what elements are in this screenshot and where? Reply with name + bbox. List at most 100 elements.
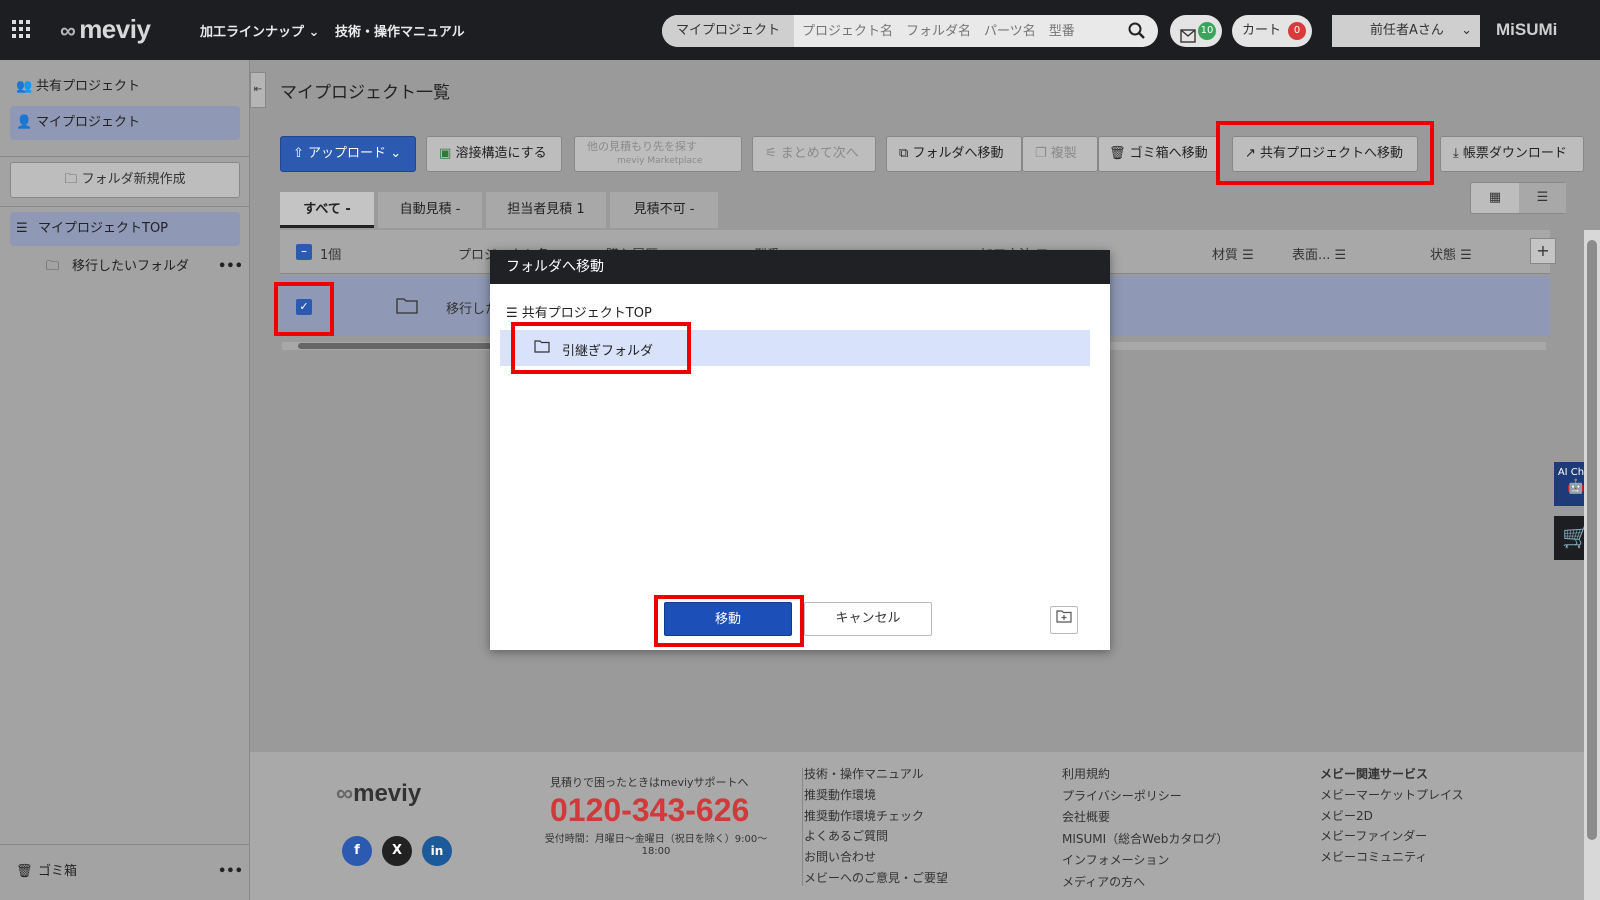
move-folder-button[interactable]: ⧉ フォルダへ移動 [886,136,1022,172]
search-input[interactable] [798,15,1118,47]
footer-link[interactable]: メビーへのご意見・ご要望 [804,868,948,889]
footer-link[interactable]: 利用規約 [1062,764,1228,786]
selected-count: 1個 [320,248,342,263]
cart-count-badge: 0 [1288,22,1306,40]
new-folder-label: フォルダ新規作成 [81,172,186,187]
linkedin-icon[interactable]: in [422,836,452,866]
tab-all[interactable]: すべて - [280,192,374,228]
nav-lineup[interactable]: 加工ラインナップ ⌄ [200,21,319,40]
footer-logo[interactable]: ∞meviy [336,780,421,808]
logo-text: meviy [79,14,151,44]
view-toggle: ▦ ☰ [1470,182,1566,214]
estimate-other-button[interactable]: 他の見積もり先を探す meviy Marketplace [574,136,742,172]
estimate-other-sublabel: meviy Marketplace [617,156,703,166]
footer-link[interactable]: MISUMI（総合Webカタログ） [1062,829,1228,851]
top-bar: ∞meviy 加工ラインナップ ⌄ 技術・操作マニュアル マイプロジェクト ⌄ … [0,0,1600,60]
column-header[interactable]: 状態 ☰ [1430,244,1472,263]
list-icon: ☰ [506,306,518,321]
facebook-icon[interactable]: f [342,836,372,866]
tab-not-estimable[interactable]: 見積不可 - [610,192,718,228]
add-column-button[interactable]: + [1530,238,1556,264]
batch-next-button[interactable]: ⚟ まとめて次へ [752,136,876,172]
sidebar-item-my-projects[interactable]: 👤 マイプロジェクト [10,106,240,140]
footer-link[interactable]: メビーコミュニティ [1320,847,1464,868]
mail-count-badge: 10 [1198,22,1216,40]
cancel-button[interactable]: キャンセル [804,602,932,636]
misumi-logo[interactable]: MiSUMi [1496,20,1557,40]
footer-link[interactable]: メビー2D [1320,806,1464,827]
chevron-down-icon: ⌄ [1461,23,1472,38]
tab-staff-estimate[interactable]: 担当者見積 1 [486,192,606,228]
collapse-sidebar-button[interactable]: ⇤ [250,72,266,108]
nav-manual[interactable]: 技術・操作マニュアル [335,21,465,40]
trash-icon: 🗑 [16,864,33,879]
weld-button[interactable]: ▣ 溶接構造にする [426,136,562,172]
divider [0,156,250,157]
divider [0,206,250,207]
new-folder-button[interactable]: 🗀 フォルダ新規作成 [10,162,240,198]
tree-item-folder[interactable]: 🗀 移行したいフォルダ ••• [10,250,243,284]
sidebar-item-trash[interactable]: 🗑 ゴミ箱 ••• [10,855,243,889]
tree-item-my-projects-top[interactable]: ☰ マイプロジェクトTOP [10,212,240,246]
footer-link[interactable]: 会社概要 [1062,807,1228,829]
x-icon[interactable]: X [382,836,412,866]
list-view-icon[interactable]: ☰ [1519,183,1566,213]
more-icon[interactable]: ••• [218,250,243,284]
upload-label: アップロード [308,146,387,161]
user-select[interactable]: 前任者Aさん ⌄ [1332,15,1480,47]
meviy-logo[interactable]: ∞ meviy [60,14,151,45]
trash-icon: 🗑 [1109,146,1126,161]
tree-root-label: 共有プロジェクトTOP [521,306,652,321]
tree-item-label: マイプロジェクトTOP [38,221,169,236]
upload-button[interactable]: ⇧ アップロード ⌄ [280,136,416,172]
download-label: 帳票ダウンロード [1462,146,1567,161]
footer-link[interactable]: よくあるご質問 [804,826,948,847]
sliders-icon: ⚟ [765,146,777,161]
dialog-title: フォルダへ移動 [490,250,1110,284]
tab-auto-estimate[interactable]: 自動見積 - [378,192,482,228]
page-title: マイプロジェクト一覧 [280,83,450,103]
footer-link[interactable]: メビーマーケットプレイス [1320,785,1464,806]
cart-button[interactable]: カート 0 [1232,15,1312,47]
more-icon[interactable]: ••• [218,855,243,889]
move-to-trash-button[interactable]: 🗑 ゴミ箱へ移動 [1098,136,1218,172]
new-folder-icon[interactable] [1050,606,1078,634]
select-all-checkbox[interactable]: – [296,244,312,260]
column-header[interactable]: 材質 ☰ [1212,244,1254,263]
column-header[interactable]: 表面... ☰ [1292,244,1346,263]
sidebar-item-shared-projects[interactable]: 👥 共有プロジェクト [10,70,240,104]
search-icon[interactable] [1128,22,1146,44]
footer-link[interactable]: プライバシーポリシー [1062,786,1228,808]
weld-icon: ▣ [439,146,452,161]
footer: ∞meviy f X in 見積りで困ったときはmeviyサポートへ 0120-… [250,752,1584,900]
search-box: マイプロジェクト ⌄ [662,15,1158,47]
scrollbar-thumb[interactable] [1587,240,1597,840]
copy-label: 複製 [1050,146,1077,161]
apps-grid-icon[interactable] [12,20,30,38]
grid-view-icon[interactable]: ▦ [1471,183,1519,213]
search-scope-select[interactable]: マイプロジェクト ⌄ [662,15,794,47]
row-project-name[interactable]: 移行したいフォルダ [446,298,490,317]
batch-label: まとめて次へ [780,146,859,161]
download-report-button[interactable]: ⤓ 帳票ダウンロード [1440,136,1584,172]
footer-link[interactable]: メディアの方へ [1062,872,1228,894]
divider [802,768,803,886]
footer-links-col3: メビー関連サービス メビーマーケットプレイス メビー2D メビーファインダー メ… [1320,764,1464,868]
highlight-move-shared [1216,121,1434,185]
mail-button[interactable]: 10 [1170,15,1222,47]
support-phone[interactable]: 0120-343-626 [550,792,749,829]
scrollbar-thumb[interactable] [298,343,518,349]
footer-link[interactable]: 技術・操作マニュアル [804,764,948,785]
vertical-scrollbar[interactable] [1584,230,1600,900]
footer-links-col2: 利用規約 プライバシーポリシー 会社概要 MISUMI（総合Webカタログ） イ… [1062,764,1228,894]
footer-link[interactable]: 推奨動作環境チェック [804,806,948,827]
tree-root-shared-top[interactable]: ☰ 共有プロジェクトTOP [506,302,652,321]
footer-link[interactable]: インフォメーション [1062,850,1228,872]
download-icon: ⤓ [1453,146,1459,161]
copy-button[interactable]: ❐ 複製 [1022,136,1098,172]
footer-link[interactable]: お問い合わせ [804,847,948,868]
footer-link[interactable]: 推奨動作環境 [804,785,948,806]
tree-item-label: 移行したいフォルダ [72,259,190,274]
sidebar-item-label: 共有プロジェクト [36,79,141,94]
footer-link[interactable]: メビーファインダー [1320,826,1464,847]
